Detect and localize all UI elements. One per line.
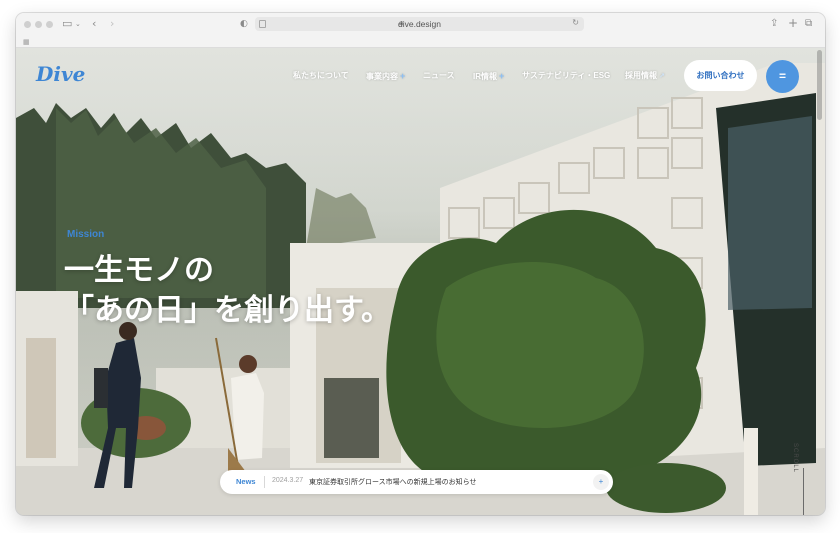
scroll-indicator-label: SCROLL bbox=[792, 443, 798, 474]
plus-icon: + bbox=[400, 71, 406, 81]
nav-item-label: サステナビリティ・ESG bbox=[522, 71, 611, 80]
chevron-down-icon[interactable]: ⌄ bbox=[75, 17, 81, 31]
news-label: News bbox=[236, 477, 256, 486]
news-more-button[interactable]: + bbox=[593, 474, 609, 490]
reload-icon[interactable]: ↻ bbox=[572, 18, 579, 27]
nav-item-about[interactable]: 私たちについて bbox=[293, 71, 349, 81]
news-ticker[interactable]: News 2024.3.27 東京証券取引所グロース市場への新規上場のお知らせ … bbox=[220, 470, 613, 494]
shield-icon[interactable]: ◐ bbox=[240, 17, 248, 31]
back-icon[interactable]: ‹ bbox=[92, 17, 96, 31]
sidebar-icon[interactable]: ▭ bbox=[62, 17, 72, 31]
close-window-button[interactable] bbox=[24, 21, 31, 28]
address-bar[interactable]: 🔒︎ dive.design ↻ bbox=[255, 17, 584, 31]
site-logo[interactable]: Dive bbox=[36, 62, 85, 86]
nav-item-recruit[interactable]: 採用情報 ↗ bbox=[625, 71, 665, 82]
url-text: dive.design bbox=[397, 19, 441, 29]
forward-icon[interactable]: › bbox=[110, 17, 114, 31]
hamburger-icon[interactable]: = bbox=[766, 60, 799, 93]
nav-item-sustainability[interactable]: サステナビリティ・ESG bbox=[522, 71, 610, 81]
nav-item-label: 私たちについて bbox=[293, 71, 349, 80]
plus-icon: + bbox=[499, 71, 505, 81]
page-scrollbar[interactable] bbox=[817, 50, 822, 120]
scroll-indicator-line bbox=[803, 468, 804, 515]
share-icon[interactable]: ⇪ bbox=[770, 17, 778, 31]
nav-item-ir[interactable]: IR情報 + bbox=[473, 71, 504, 82]
new-tab-icon[interactable]: + bbox=[788, 16, 798, 30]
hero-headline-line1: 一生モノの bbox=[64, 253, 214, 288]
nav-item-label: 事業内容 bbox=[366, 72, 398, 81]
nav-item-label: ニュース bbox=[423, 71, 455, 80]
mission-label: Mission bbox=[67, 229, 105, 240]
tabs-overview-icon[interactable]: ⧉ bbox=[805, 17, 812, 31]
zoom-window-button[interactable] bbox=[46, 21, 53, 28]
browser-toolbar: ▭ ⌄ ‹ › ◐ 🔒︎ dive.design ↻ ⇪ + ⧉ bbox=[16, 13, 825, 35]
news-title[interactable]: 東京証券取引所グロース市場への新規上場のお知らせ bbox=[309, 477, 477, 487]
nav-item-news[interactable]: ニュース bbox=[423, 71, 455, 81]
favorites-bar: ▦ bbox=[16, 35, 825, 48]
browser-window: ▭ ⌄ ‹ › ◐ 🔒︎ dive.design ↻ ⇪ + ⧉ ▦ Dive … bbox=[16, 13, 825, 515]
contact-button[interactable]: お問い合わせ bbox=[684, 60, 757, 91]
news-divider bbox=[264, 476, 265, 488]
nav-item-label: IR情報 bbox=[473, 72, 497, 81]
external-link-icon: ↗ bbox=[659, 73, 665, 80]
web-page: Dive 私たちについて 事業内容 + ニュース IR情報 + サステナビリティ・E… bbox=[16, 48, 825, 515]
news-date: 2024.3.27 bbox=[272, 477, 304, 484]
hero-headline-line2: 「あの日」を創り出す。 bbox=[64, 293, 391, 328]
nav-item-label: 採用情報 bbox=[625, 71, 657, 80]
nav-item-business[interactable]: 事業内容 + bbox=[366, 71, 405, 82]
minimize-window-button[interactable] bbox=[35, 21, 42, 28]
tab-grid-icon[interactable]: ▦ bbox=[23, 38, 30, 46]
